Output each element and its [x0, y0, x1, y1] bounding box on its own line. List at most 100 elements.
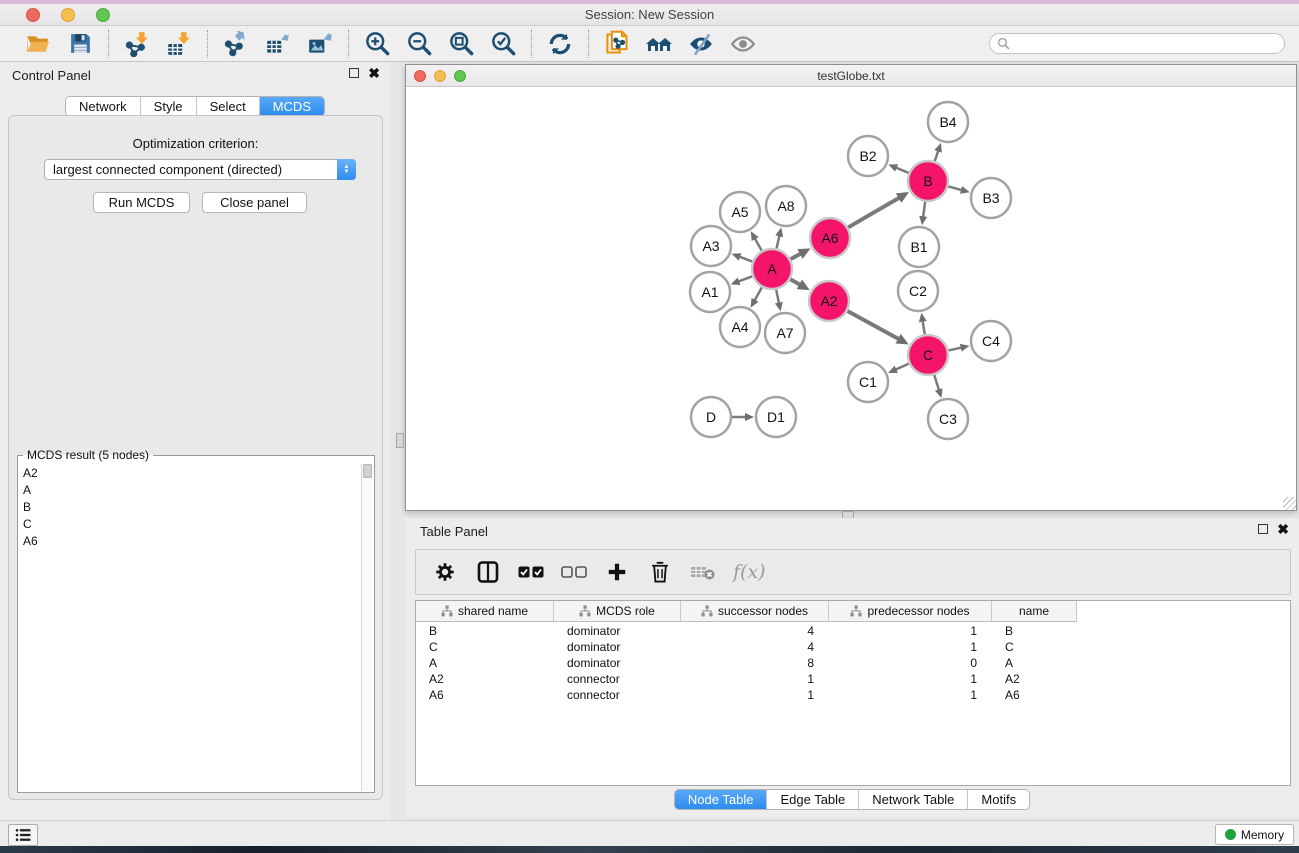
graph-node-A3[interactable]: A3: [691, 226, 731, 266]
tab-select[interactable]: Select: [197, 97, 260, 116]
zoom-fit-button[interactable]: [445, 29, 477, 59]
memory-button[interactable]: Memory: [1215, 824, 1294, 845]
tab-style[interactable]: Style: [141, 97, 197, 116]
export-image-button[interactable]: [304, 29, 336, 59]
mcds-result-item[interactable]: A6: [19, 532, 361, 549]
mcds-result-item[interactable]: A2: [19, 464, 361, 481]
column-header-predecessor-nodes[interactable]: predecessor nodes: [829, 601, 992, 621]
table-cell: 1: [829, 640, 992, 654]
graph-node-A6[interactable]: A6: [810, 218, 850, 258]
graph-node-B[interactable]: B: [908, 161, 948, 201]
save-session-button[interactable]: [64, 29, 96, 59]
float-table-panel-icon[interactable]: [1258, 524, 1268, 534]
table-row[interactable]: Adominator80A: [416, 655, 1290, 671]
export-image-icon: [307, 31, 333, 57]
graph-edge-C-C1: [894, 364, 908, 370]
table-row[interactable]: Bdominator41B: [416, 623, 1290, 639]
graph-node-C[interactable]: C: [908, 335, 948, 375]
create-column-button[interactable]: [604, 559, 630, 585]
graph-node-B2[interactable]: B2: [848, 136, 888, 176]
search-input[interactable]: [989, 33, 1285, 54]
mcds-result-item[interactable]: B: [19, 498, 361, 515]
window-resize-grip[interactable]: [1283, 497, 1296, 510]
import-network-button[interactable]: [121, 29, 153, 59]
status-bar: Memory: [0, 820, 1299, 846]
task-history-button[interactable]: [8, 824, 38, 846]
graph-node-C4[interactable]: C4: [971, 321, 1011, 361]
graph-edge-arrowhead: [919, 216, 927, 225]
close-panel-icon[interactable]: ✖: [368, 68, 380, 78]
search-text-field[interactable]: [1010, 37, 1270, 51]
select-all-columns-button[interactable]: [518, 559, 544, 585]
vertical-splitter-handle[interactable]: [396, 433, 404, 448]
graph-node-B3[interactable]: B3: [971, 178, 1011, 218]
graph-node-A4[interactable]: A4: [720, 307, 760, 347]
import-table-button[interactable]: [163, 29, 195, 59]
graph-node-C1[interactable]: C1: [848, 362, 888, 402]
graph-node-C2[interactable]: C2: [898, 271, 938, 311]
zoom-selected-button[interactable]: [487, 29, 519, 59]
copy-network-icon: [604, 30, 631, 57]
graph-node-A8[interactable]: A8: [766, 186, 806, 226]
mcds-result-item[interactable]: A: [19, 481, 361, 498]
criterion-select[interactable]: largest connected component (directed) ▲…: [44, 159, 356, 180]
column-header-label: MCDS role: [596, 604, 655, 618]
graph-node-D1[interactable]: D1: [756, 397, 796, 437]
run-mcds-button[interactable]: Run MCDS: [93, 192, 190, 213]
graph-node-A5[interactable]: A5: [720, 192, 760, 232]
graph-edge-A-A3: [738, 256, 752, 261]
open-session-button[interactable]: [22, 29, 54, 59]
zoom-out-button[interactable]: [403, 29, 435, 59]
unselect-all-columns-button[interactable]: [561, 559, 587, 585]
close-table-panel-icon[interactable]: ✖: [1277, 524, 1289, 534]
graph-node-label: A1: [701, 284, 718, 300]
graph-node-A[interactable]: A: [752, 249, 792, 289]
show-columns-button[interactable]: [475, 559, 501, 585]
tab-mcds[interactable]: MCDS: [260, 97, 324, 116]
column-header-mcds-role[interactable]: MCDS role: [554, 601, 681, 621]
export-network-button[interactable]: [220, 29, 252, 59]
table-row[interactable]: Cdominator41C: [416, 639, 1290, 655]
graph-node-label: D: [706, 409, 716, 425]
network-canvas[interactable]: A A1 A2 A3 A4 A5 A6 A7 A8 B B1 B2 B3B4 C C1 C2 C3 C4 D D1: [406, 87, 1296, 510]
graph-node-B4[interactable]: B4: [928, 102, 968, 142]
delete-column-button[interactable]: [647, 559, 673, 585]
tab-network[interactable]: Network: [66, 97, 141, 116]
refresh-button[interactable]: [544, 29, 576, 59]
show-hidden-button[interactable]: [727, 29, 759, 59]
network-window-titlebar[interactable]: testGlobe.txt: [406, 65, 1296, 87]
table-row[interactable]: A6connector11A6: [416, 687, 1290, 703]
graph-node-label: C4: [982, 333, 1000, 349]
graph-node-A7[interactable]: A7: [765, 313, 805, 353]
graph-node-B1[interactable]: B1: [899, 227, 939, 267]
close-panel-button[interactable]: Close panel: [202, 192, 307, 213]
first-neighbors-button[interactable]: [643, 29, 675, 59]
column-type-icon: [441, 605, 453, 617]
column-header-name[interactable]: name: [992, 601, 1077, 621]
zoom-in-button[interactable]: [361, 29, 393, 59]
tab-node-table[interactable]: Node Table: [675, 790, 768, 809]
graph-edge-arrowhead: [745, 413, 754, 421]
table-settings-button[interactable]: [432, 559, 458, 585]
tab-motifs[interactable]: Motifs: [968, 790, 1029, 809]
main-toolbar: [0, 26, 1299, 62]
tab-edge-table[interactable]: Edge Table: [767, 790, 859, 809]
graph-node-C3[interactable]: C3: [928, 399, 968, 439]
hide-selected-button[interactable]: [685, 29, 717, 59]
delete-table-icon: [690, 563, 716, 581]
float-panel-icon[interactable]: [349, 68, 359, 78]
duplicate-network-button[interactable]: [601, 29, 633, 59]
mcds-result-scrollbar[interactable]: [361, 464, 373, 791]
mcds-result-item[interactable]: C: [19, 515, 361, 532]
export-table-button[interactable]: [262, 29, 294, 59]
column-header-successor-nodes[interactable]: successor nodes: [681, 601, 829, 621]
column-header-shared-name[interactable]: shared name: [416, 601, 554, 621]
graph-node-A2[interactable]: A2: [809, 281, 849, 321]
column-type-icon: [850, 605, 862, 617]
tab-network-table[interactable]: Network Table: [859, 790, 968, 809]
table-cell: dominator: [554, 624, 681, 638]
table-row[interactable]: A2connector11A2: [416, 671, 1290, 687]
graph-node-A1[interactable]: A1: [690, 272, 730, 312]
graph-node-D[interactable]: D: [691, 397, 731, 437]
column-type-icon: [701, 605, 713, 617]
